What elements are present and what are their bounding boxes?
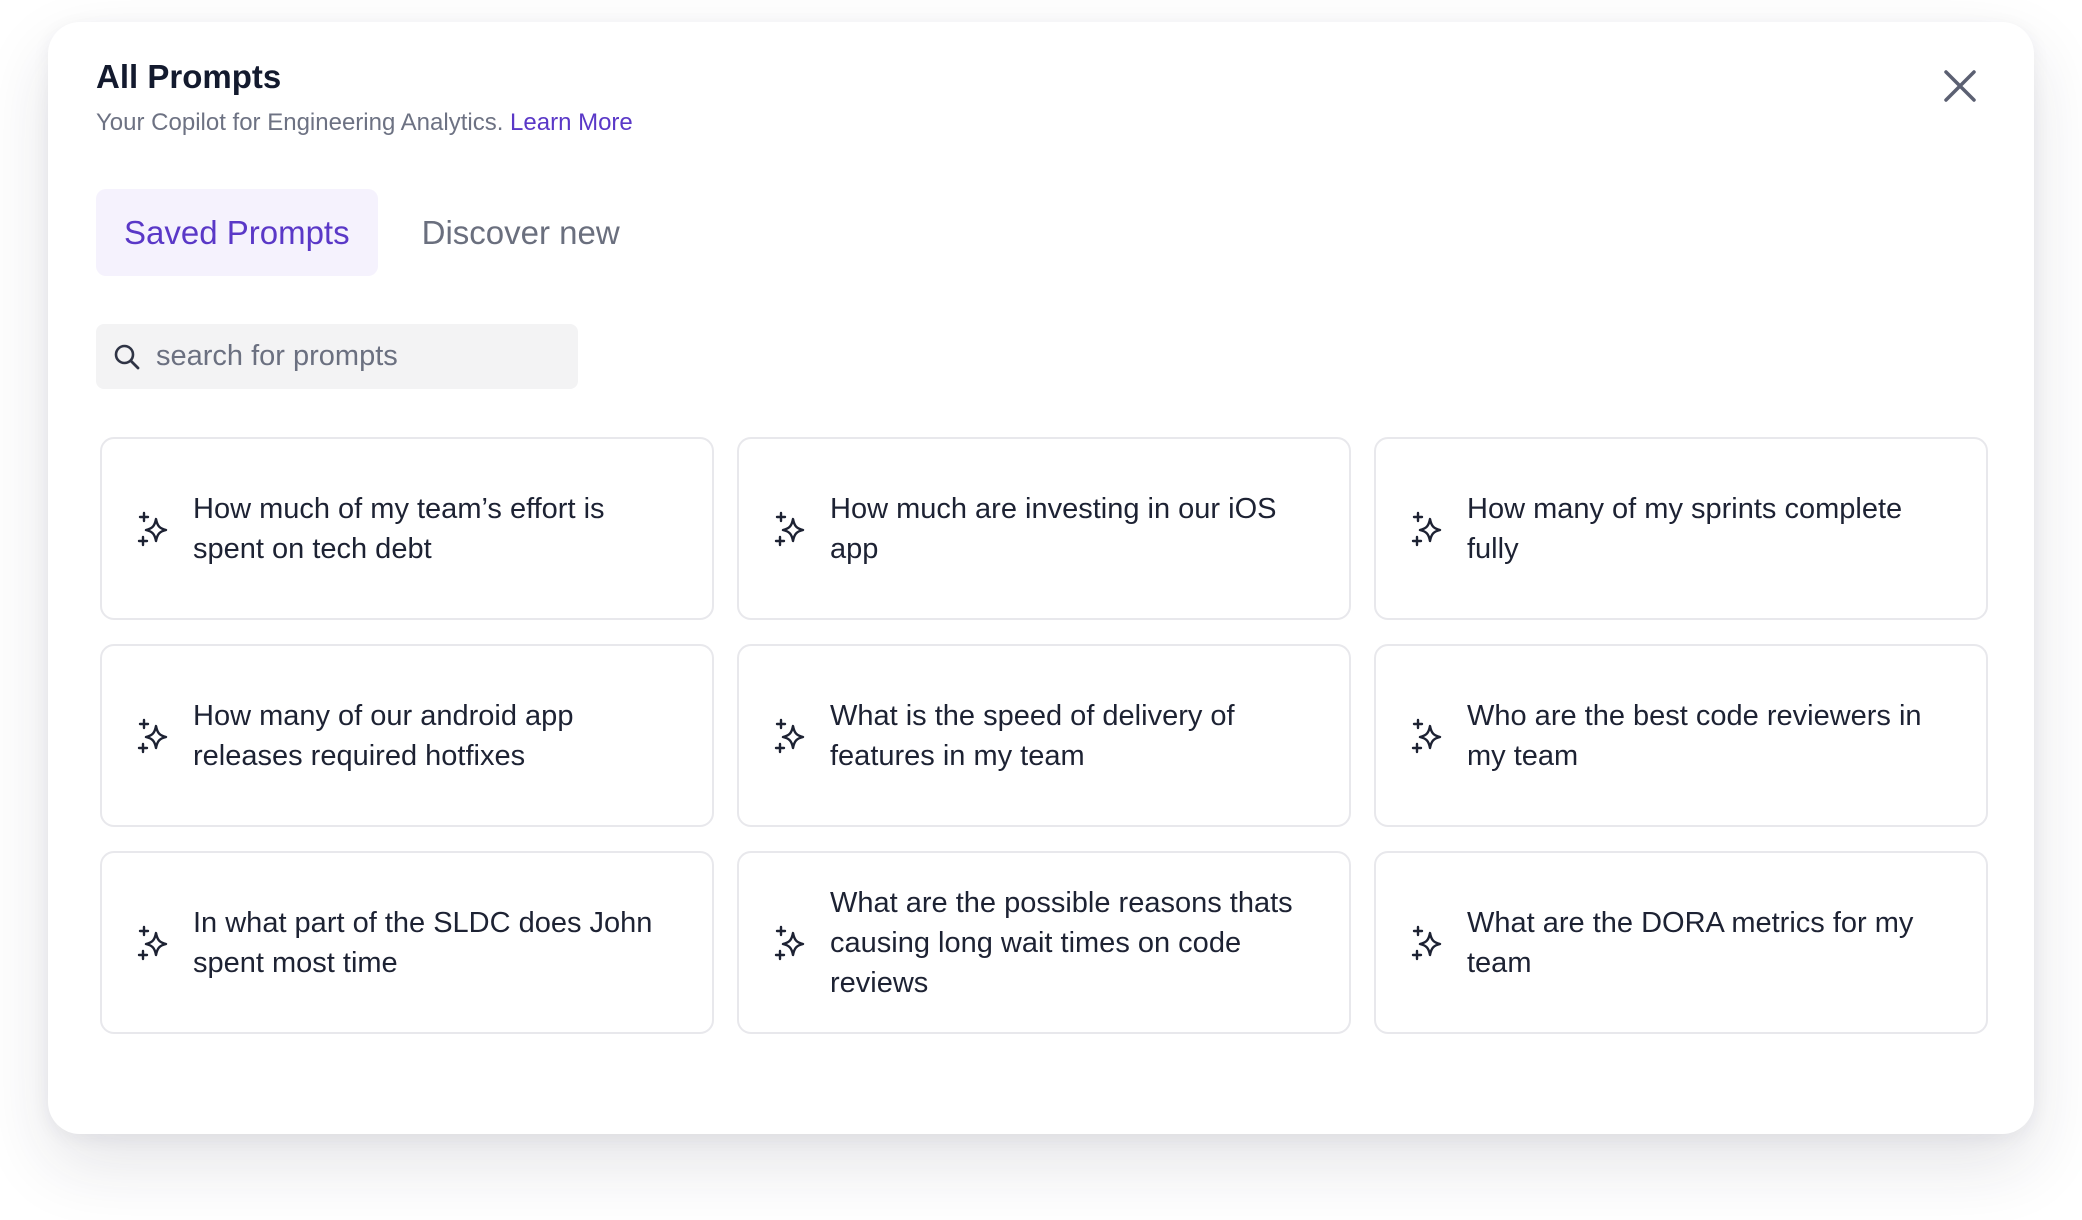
all-prompts-modal: All Prompts Your Copilot for Engineering… bbox=[48, 22, 2034, 1134]
prompt-card-9[interactable]: What are the DORA metrics for my team bbox=[1374, 851, 1988, 1034]
search-icon bbox=[114, 344, 140, 369]
prompt-text: Who are the best code reviewers in my te… bbox=[1467, 699, 1922, 772]
prompt-card-5[interactable]: What is the speed of delivery of feature… bbox=[737, 644, 1351, 827]
modal-subtitle: Your Copilot for Engineering Analytics. … bbox=[96, 109, 633, 137]
prompt-card-8[interactable]: What are the possible reasons thats caus… bbox=[737, 851, 1351, 1034]
sparkle-icon bbox=[1411, 718, 1442, 753]
prompt-card-6[interactable]: Who are the best code reviewers in my te… bbox=[1374, 644, 1988, 827]
prompt-text: How many of my sprints complete fully bbox=[1467, 492, 1903, 565]
close-icon bbox=[1944, 70, 1976, 102]
sparkle-icon bbox=[1411, 925, 1442, 960]
sparkle-icon bbox=[774, 511, 805, 546]
prompt-card-3[interactable]: How many of my sprints complete fully bbox=[1374, 437, 1988, 620]
close-button[interactable] bbox=[1938, 64, 1982, 108]
modal-title: All Prompts bbox=[96, 58, 282, 95]
prompt-text: How much are investing in our iOS app bbox=[830, 492, 1277, 565]
prompt-text: How many of our android app releases req… bbox=[193, 699, 574, 772]
prompt-text: What are the DORA metrics for my team bbox=[1467, 906, 1914, 979]
prompt-card-2[interactable]: How much are investing in our iOS app bbox=[737, 437, 1351, 620]
sparkle-icon bbox=[774, 925, 805, 960]
sparkle-icon bbox=[774, 718, 805, 753]
sparkle-icon bbox=[137, 925, 168, 960]
search-input[interactable] bbox=[156, 340, 556, 373]
tab-discover-new[interactable]: Discover new bbox=[394, 189, 648, 276]
prompt-card-7[interactable]: In what part of the SLDC does John spent… bbox=[100, 851, 714, 1034]
sparkle-icon bbox=[1411, 511, 1442, 546]
prompt-text: In what part of the SLDC does John spent… bbox=[193, 906, 653, 979]
sparkle-icon bbox=[137, 511, 168, 546]
prompt-text: What is the speed of delivery of feature… bbox=[830, 699, 1235, 772]
learn-more-link[interactable]: Learn More bbox=[510, 109, 633, 136]
sparkle-icon bbox=[137, 718, 168, 753]
search-box bbox=[96, 324, 578, 389]
subtitle-text: Your Copilot for Engineering Analytics. bbox=[96, 109, 504, 136]
prompt-text: How much of my team’s effort is spent on… bbox=[193, 492, 605, 565]
tab-saved-prompts[interactable]: Saved Prompts bbox=[96, 189, 378, 276]
prompt-card-1[interactable]: How much of my team’s effort is spent on… bbox=[100, 437, 714, 620]
prompt-card-4[interactable]: How many of our android app releases req… bbox=[100, 644, 714, 827]
prompt-grid: How much of my team’s effort is spent on… bbox=[100, 437, 1988, 1034]
prompt-text: What are the possible reasons thats caus… bbox=[830, 886, 1293, 999]
prompt-tabs: Saved Prompts Discover new bbox=[96, 189, 648, 276]
